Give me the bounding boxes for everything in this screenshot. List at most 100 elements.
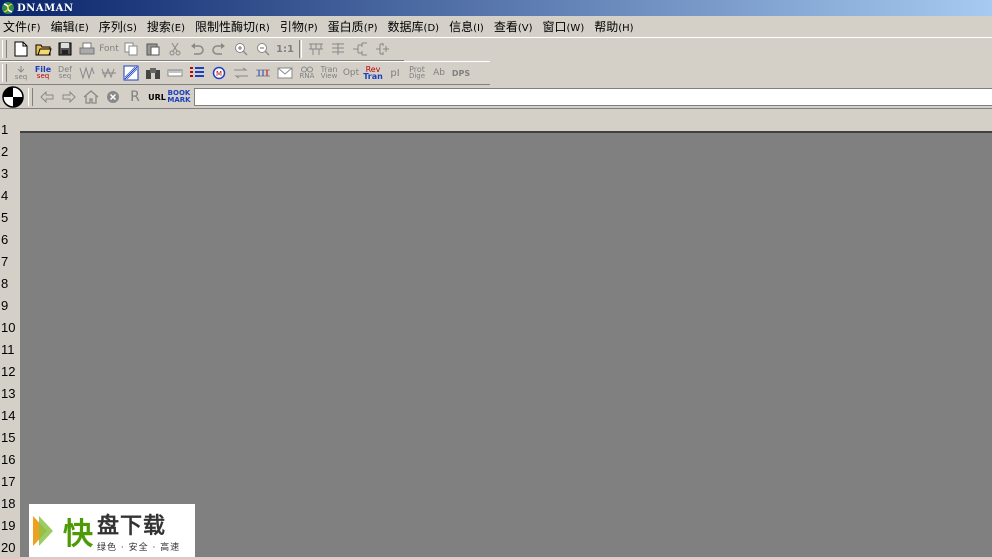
align-tool-button-3[interactable] <box>349 39 371 59</box>
bookmark-button[interactable]: BOOK MARK <box>167 87 190 107</box>
align-tool-button-4[interactable] <box>371 39 393 59</box>
open-file-button[interactable] <box>32 39 54 59</box>
back-button[interactable] <box>36 87 58 107</box>
tran-view-line2: View <box>320 72 338 80</box>
prot-dige-line2: Dige <box>408 72 426 80</box>
menu-item[interactable]: 数据库(D) <box>385 18 447 35</box>
menu-item-label: 搜索 <box>146 20 171 34</box>
menu-item[interactable]: 搜索(E) <box>144 18 192 35</box>
menu-item-label: 序列 <box>98 20 123 34</box>
menu-item[interactable]: 序列(S) <box>96 18 144 35</box>
menu-item[interactable]: 引物(P) <box>277 18 325 35</box>
line-number: 13 <box>1 386 16 401</box>
print-button[interactable] <box>76 39 98 59</box>
zoom-out-icon <box>257 43 270 56</box>
paste-button[interactable] <box>142 39 164 59</box>
prot-dige-button[interactable]: Prot Dige <box>406 63 428 83</box>
line-number: 16 <box>1 452 16 467</box>
menu-item-accelerator: (D) <box>423 23 440 34</box>
menu-item-accelerator: (E) <box>74 23 89 34</box>
alignment-block-icon <box>332 43 344 55</box>
ab-button[interactable]: Ab <box>428 63 450 83</box>
restriction-sites-button[interactable] <box>98 63 120 83</box>
url-button[interactable]: URL <box>146 87 168 107</box>
home-icon <box>83 90 99 104</box>
line-number: 1 <box>1 122 9 137</box>
forward-button[interactable] <box>58 87 80 107</box>
menu-item-accelerator: (H) <box>618 23 634 34</box>
undo-button[interactable] <box>186 39 208 59</box>
opt-button[interactable]: Opt <box>340 63 362 83</box>
menu-item[interactable]: 窗口(W) <box>540 18 592 35</box>
dot-plot-button[interactable] <box>120 63 142 83</box>
save-button[interactable] <box>54 39 76 59</box>
zoom-out-button[interactable] <box>252 39 274 59</box>
restriction-map-button[interactable] <box>76 63 98 83</box>
menu-item[interactable]: 帮助(H) <box>591 18 640 35</box>
orf-map-button[interactable]: M <box>208 63 230 83</box>
menu-item-accelerator: (P) <box>303 23 318 34</box>
site-watermark: 快 盘下载 绿色 · 安全 · 高速 <box>29 504 195 557</box>
def-seq-button[interactable]: Def seq <box>54 63 76 83</box>
dot-plot-icon <box>123 65 139 81</box>
file-seq-button[interactable]: File seq <box>32 63 54 83</box>
printer-icon <box>79 42 95 55</box>
translate-button[interactable] <box>230 63 252 83</box>
menu-item-accelerator: (V) <box>517 23 533 34</box>
line-number: 6 <box>1 232 9 247</box>
document-workspace[interactable] <box>20 133 992 557</box>
copy-icon <box>124 42 138 56</box>
line-number: 20 <box>1 540 16 555</box>
pi-label: pI <box>390 67 400 79</box>
cut-button[interactable] <box>164 39 186 59</box>
ab-label: Ab <box>433 67 445 78</box>
menu-item[interactable]: 蛋白质(P) <box>325 18 385 35</box>
strand-compare-button[interactable] <box>252 63 274 83</box>
envelope-icon <box>277 67 293 79</box>
stop-button[interactable] <box>102 87 124 107</box>
web-browser-button[interactable] <box>0 86 26 108</box>
refresh-label: R <box>130 89 140 105</box>
seq-button[interactable]: seq <box>10 63 32 83</box>
menu-item[interactable]: 编辑(E) <box>48 18 96 35</box>
open-folder-icon <box>35 44 52 56</box>
menu-item[interactable]: 文件(F) <box>0 18 48 35</box>
menu-item-accelerator: (F) <box>27 23 41 34</box>
dps-button[interactable]: DPS <box>450 63 472 83</box>
new-file-button[interactable] <box>10 39 32 59</box>
refresh-button[interactable]: R <box>124 87 146 107</box>
tran-view-button[interactable]: Tran View <box>318 63 340 83</box>
toolbar-grip[interactable] <box>2 40 7 58</box>
list-view-button[interactable] <box>186 63 208 83</box>
rna-structure-button[interactable]: RNA <box>296 63 318 83</box>
redo-button[interactable] <box>208 39 230 59</box>
zoom-one-label: 1:1 <box>276 43 294 55</box>
align-tool-button-1[interactable] <box>305 39 327 59</box>
toolbar-grip[interactable] <box>2 64 7 82</box>
toolbar-grip[interactable] <box>28 88 33 106</box>
alignment-tree-icon <box>309 43 323 55</box>
pi-button[interactable]: pI <box>384 63 406 83</box>
sequence-envelope-button[interactable] <box>274 63 296 83</box>
zoom-in-button[interactable] <box>230 39 252 59</box>
rev-tran-line2: Tran <box>363 72 383 81</box>
undo-icon <box>191 43 204 55</box>
search-binoculars-button[interactable] <box>142 63 164 83</box>
align-tool-button-2[interactable] <box>327 39 349 59</box>
line-number: 10 <box>1 320 16 335</box>
menu-item-accelerator: (R) <box>255 23 270 34</box>
menu-item[interactable]: 查看(V) <box>491 18 540 35</box>
back-arrow-icon <box>40 91 54 103</box>
home-button[interactable] <box>80 87 102 107</box>
url-input[interactable] <box>194 88 992 106</box>
font-button[interactable]: Font <box>98 39 120 59</box>
line-number: 9 <box>1 298 9 313</box>
menu-item[interactable]: 限制性酶切(R) <box>192 18 277 35</box>
rev-tran-button[interactable]: Rev Tran <box>362 63 384 83</box>
copy-button[interactable] <box>120 39 142 59</box>
column-header-ruler <box>20 109 992 133</box>
sequence-ruler-button[interactable] <box>164 63 186 83</box>
zoom-actual-button[interactable]: 1:1 <box>274 39 296 59</box>
menu-item[interactable]: 信息(I) <box>446 18 491 35</box>
url-label: URL <box>148 92 166 102</box>
